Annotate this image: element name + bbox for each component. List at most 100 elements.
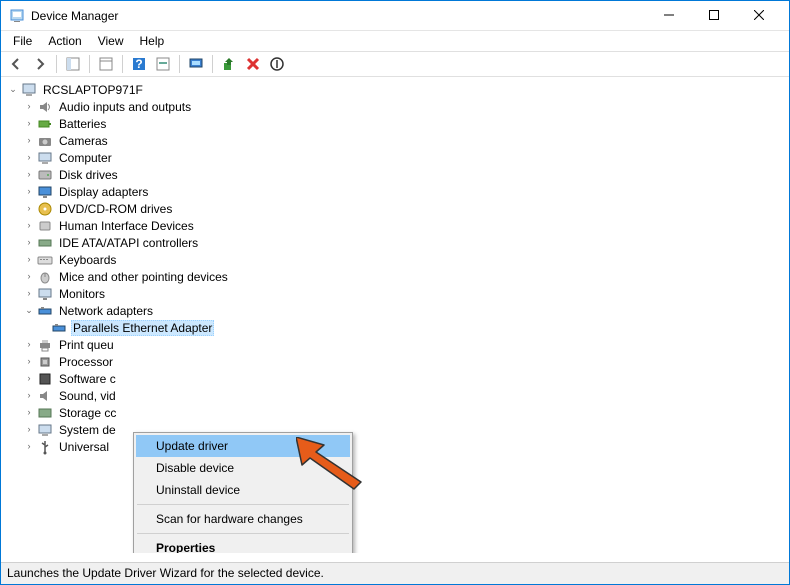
tree-item-display[interactable]: › Display adapters: [3, 183, 787, 200]
expand-icon[interactable]: ›: [23, 153, 35, 162]
computer-icon: [21, 82, 37, 98]
software-icon: [37, 371, 53, 387]
statusbar-text: Launches the Update Driver Wizard for th…: [7, 566, 324, 580]
menu-action[interactable]: Action: [40, 32, 89, 50]
scan-hardware-button[interactable]: [185, 53, 207, 75]
expand-icon[interactable]: ›: [23, 255, 35, 264]
menu-view[interactable]: View: [90, 32, 132, 50]
tree-label: IDE ATA/ATAPI controllers: [57, 236, 200, 250]
expand-icon[interactable]: ›: [23, 408, 35, 417]
tree-item-diskdrives[interactable]: › Disk drives: [3, 166, 787, 183]
ide-icon: [37, 235, 53, 251]
menu-help[interactable]: Help: [132, 32, 173, 50]
action-button[interactable]: [152, 53, 174, 75]
tree-item-parallels-ethernet[interactable]: Parallels Ethernet Adapter: [3, 319, 787, 336]
mouse-icon: [37, 269, 53, 285]
back-button[interactable]: [5, 53, 27, 75]
properties-button[interactable]: [95, 53, 117, 75]
tree-item-cameras[interactable]: › Cameras: [3, 132, 787, 149]
tree-label: Universal: [57, 440, 111, 454]
ctx-disable-device[interactable]: Disable device: [136, 457, 350, 479]
tree-label: Audio inputs and outputs: [57, 100, 193, 114]
ctx-uninstall-device[interactable]: Uninstall device: [136, 479, 350, 501]
computer-icon: [37, 150, 53, 166]
show-hide-tree-button[interactable]: [62, 53, 84, 75]
device-tree[interactable]: ⌄ RCSLAPTOP971F › Audio inputs and output…: [1, 77, 789, 553]
storage-icon: [37, 405, 53, 421]
tree-item-ide[interactable]: › IDE ATA/ATAPI controllers: [3, 234, 787, 251]
expand-icon[interactable]: ›: [23, 102, 35, 111]
window-title: Device Manager: [31, 9, 646, 23]
ctx-scan-hardware[interactable]: Scan for hardware changes: [136, 508, 350, 530]
svg-text:?: ?: [135, 57, 142, 71]
tree-label: Display adapters: [57, 185, 150, 199]
tree-label: Keyboards: [57, 253, 118, 267]
expand-icon[interactable]: ›: [23, 391, 35, 400]
tree-item-batteries[interactable]: › Batteries: [3, 115, 787, 132]
tree-item-processors[interactable]: ›Processor: [3, 353, 787, 370]
ctx-properties[interactable]: Properties: [136, 537, 350, 553]
tree-label: Software c: [57, 372, 118, 386]
expand-icon[interactable]: ›: [23, 204, 35, 213]
keyboard-icon: [37, 252, 53, 268]
expand-icon[interactable]: ›: [23, 340, 35, 349]
expand-icon[interactable]: ›: [23, 187, 35, 196]
printer-icon: [37, 337, 53, 353]
expand-icon[interactable]: ›: [23, 289, 35, 298]
tree-root[interactable]: ⌄ RCSLAPTOP971F: [3, 81, 787, 98]
tree-item-system[interactable]: ›System de: [3, 421, 787, 438]
tree-item-network[interactable]: ⌄ Network adapters: [3, 302, 787, 319]
tree-item-computer[interactable]: › Computer: [3, 149, 787, 166]
tree-item-printqueues[interactable]: ›Print queu: [3, 336, 787, 353]
expand-icon[interactable]: ›: [23, 374, 35, 383]
toolbar: ?: [1, 51, 789, 77]
tree-item-sound[interactable]: › Sound, vid: [3, 387, 787, 404]
expand-icon[interactable]: ›: [23, 119, 35, 128]
tree-label: Batteries: [57, 117, 108, 131]
audio-icon: [37, 99, 53, 115]
expand-icon[interactable]: ›: [23, 272, 35, 281]
help-button[interactable]: ?: [128, 53, 150, 75]
display-icon: [37, 184, 53, 200]
menubar: File Action View Help: [1, 31, 789, 51]
tree-label: Disk drives: [57, 168, 120, 182]
maximize-button[interactable]: [691, 0, 736, 30]
tree-item-software[interactable]: › Software c: [3, 370, 787, 387]
tree-label: Monitors: [57, 287, 107, 301]
menu-file[interactable]: File: [5, 32, 40, 50]
expand-icon[interactable]: ›: [23, 442, 35, 451]
uninstall-button[interactable]: [242, 53, 264, 75]
tree-item-keyboards[interactable]: › Keyboards: [3, 251, 787, 268]
tree-item-mice[interactable]: ›Mice and other pointing devices: [3, 268, 787, 285]
tree-item-audio[interactable]: › Audio inputs and outputs: [3, 98, 787, 115]
tree-label: Network adapters: [57, 304, 155, 318]
expand-icon[interactable]: ›: [23, 357, 35, 366]
collapse-icon[interactable]: ⌄: [7, 85, 19, 94]
expand-icon[interactable]: ›: [23, 238, 35, 247]
forward-button[interactable]: [29, 53, 51, 75]
expand-icon[interactable]: ›: [23, 221, 35, 230]
update-driver-button[interactable]: [218, 53, 240, 75]
tree-label: Human Interface Devices: [57, 219, 196, 233]
tree-label: DVD/CD-ROM drives: [57, 202, 174, 216]
expand-icon[interactable]: ›: [23, 136, 35, 145]
tree-label: Cameras: [57, 134, 110, 148]
titlebar: Device Manager: [1, 1, 789, 31]
minimize-button[interactable]: [646, 0, 691, 30]
ctx-separator: [137, 533, 349, 534]
tree-item-monitors[interactable]: › Monitors: [3, 285, 787, 302]
tree-item-hid[interactable]: › Human Interface Devices: [3, 217, 787, 234]
tree-label: Sound, vid: [57, 389, 118, 403]
collapse-icon[interactable]: ⌄: [23, 306, 35, 315]
ctx-update-driver[interactable]: Update driver: [136, 435, 350, 457]
expand-icon[interactable]: ›: [23, 170, 35, 179]
tree-item-usb[interactable]: › Universal: [3, 438, 787, 455]
tree-label: Computer: [57, 151, 114, 165]
tree-item-dvd[interactable]: › DVD/CD-ROM drives: [3, 200, 787, 217]
tree-item-storage[interactable]: ›Storage cc: [3, 404, 787, 421]
disable-button[interactable]: [266, 53, 288, 75]
close-button[interactable]: [736, 0, 781, 30]
sound-icon: [37, 388, 53, 404]
expand-icon[interactable]: ›: [23, 425, 35, 434]
usb-icon: [37, 439, 53, 455]
